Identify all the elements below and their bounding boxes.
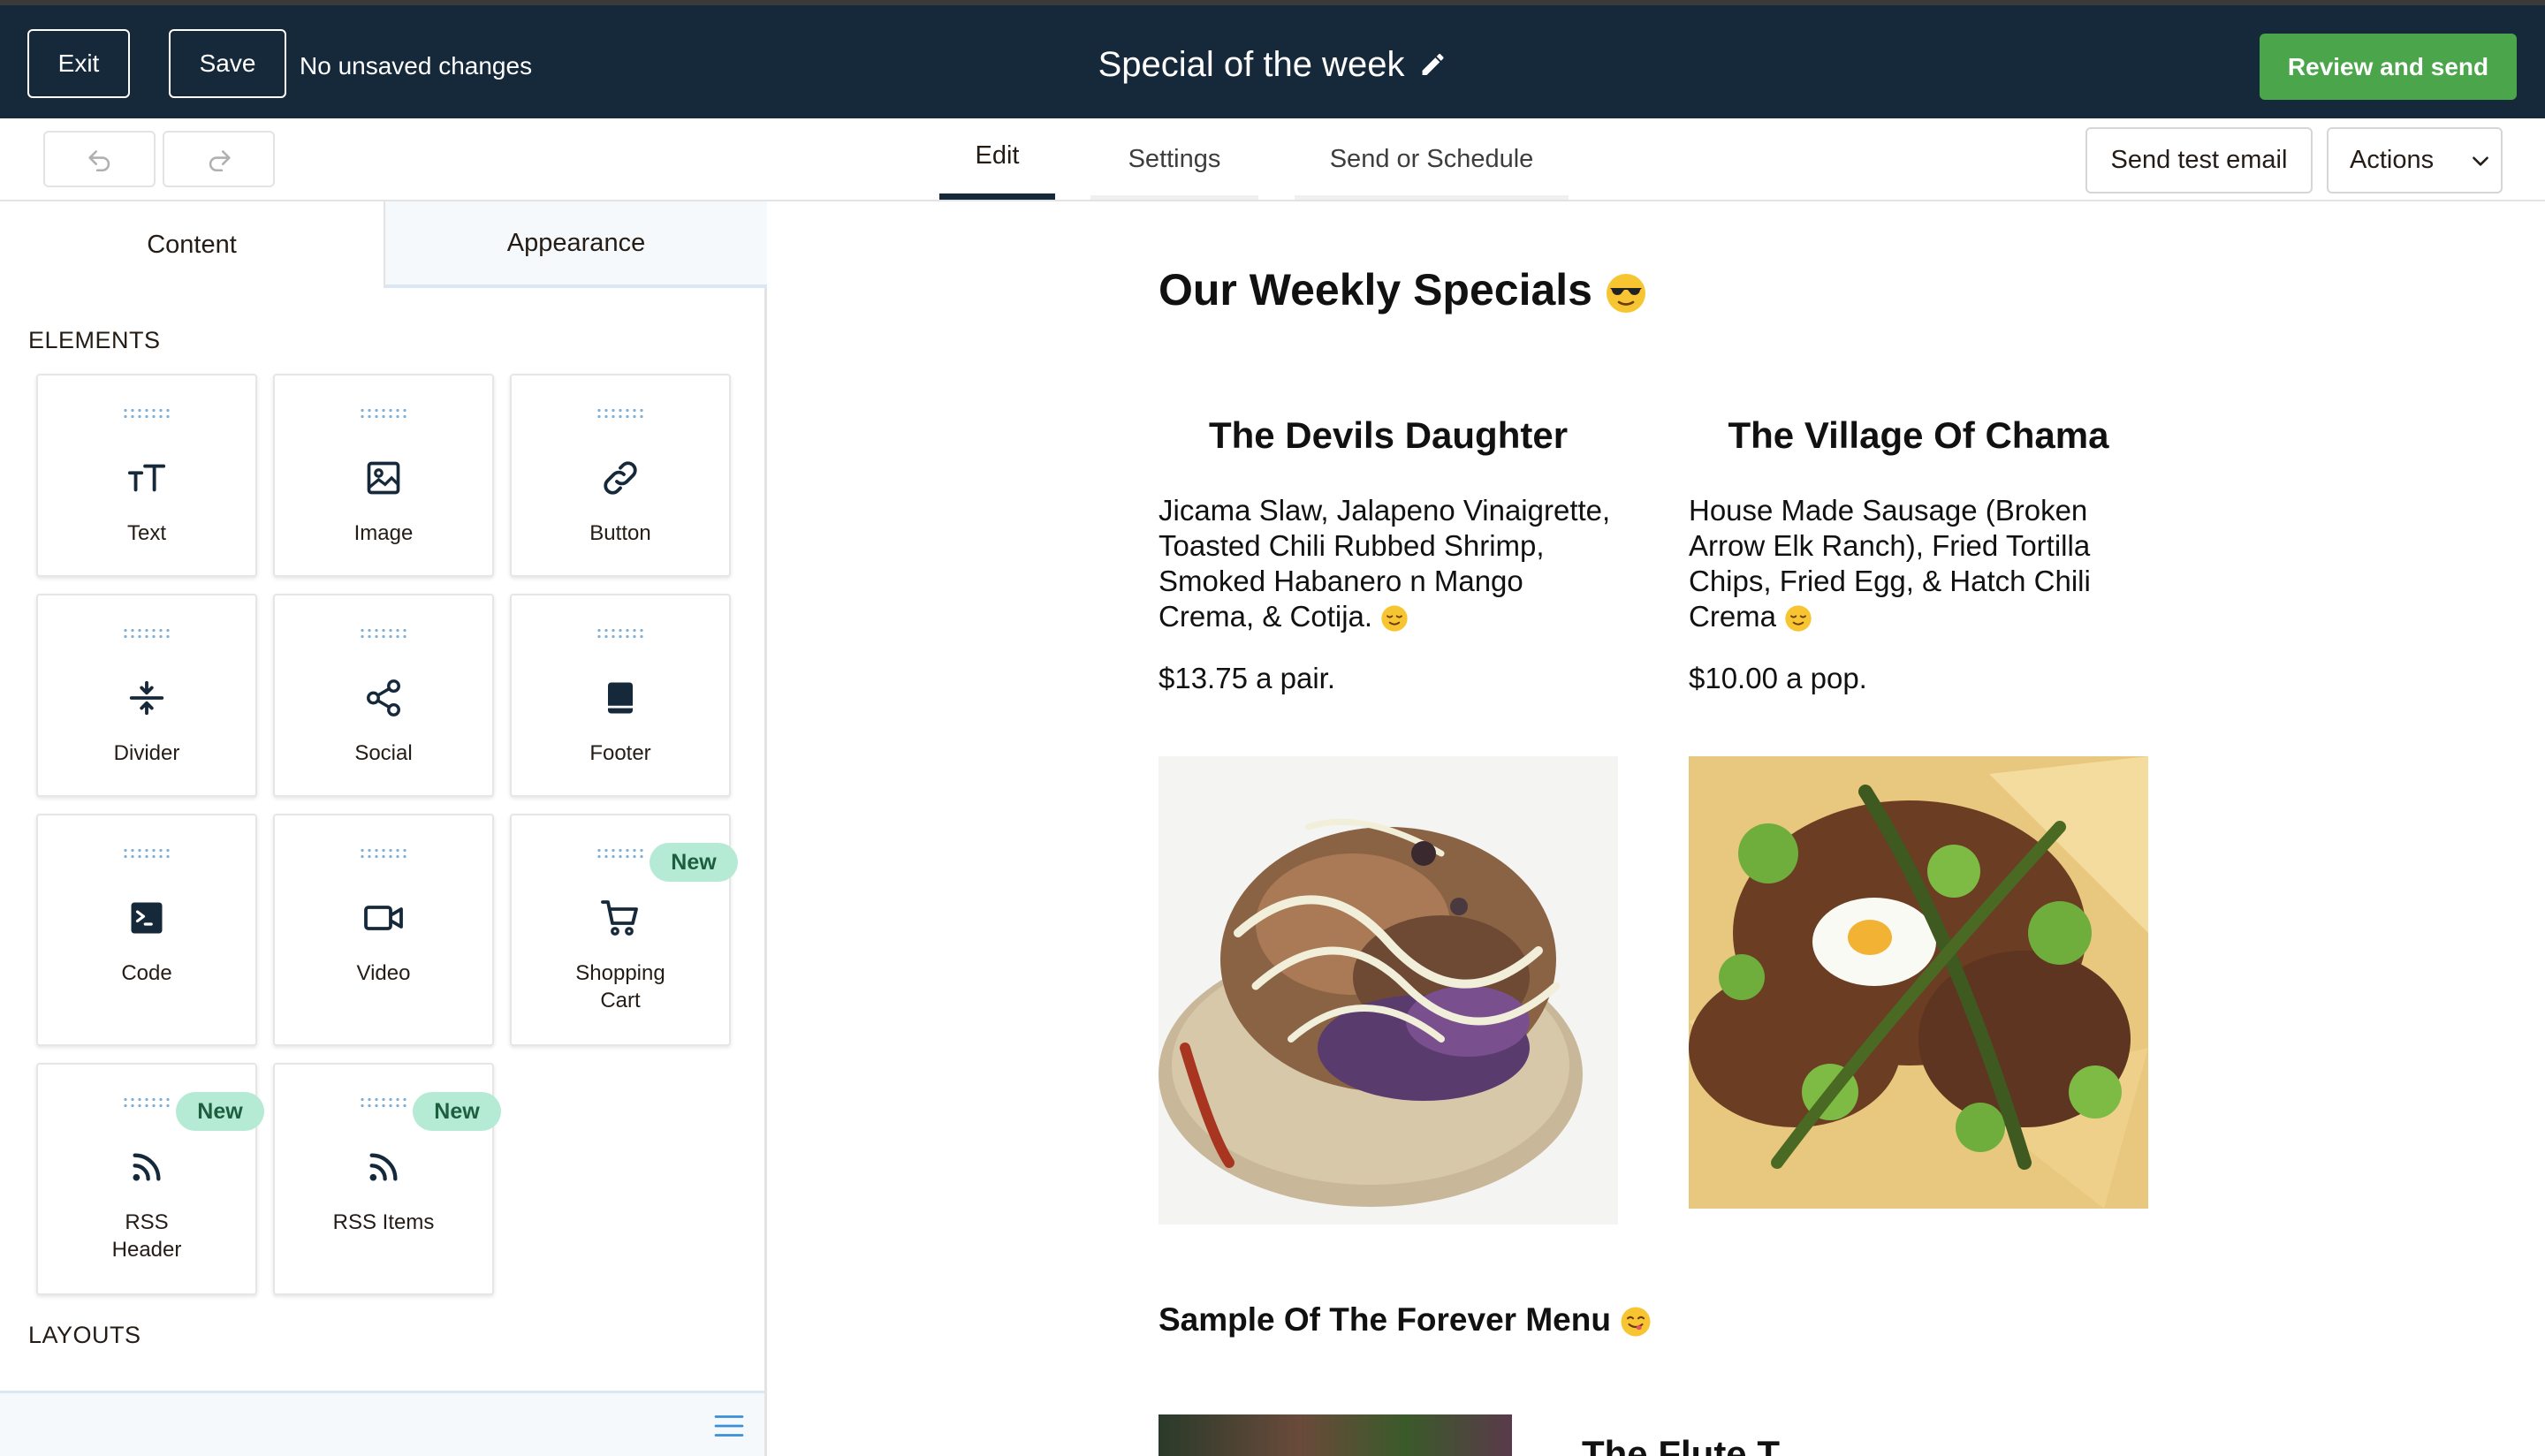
element-label: RSS Items	[332, 1210, 435, 1234]
element-label: Text	[126, 521, 166, 545]
menu-icon[interactable]	[713, 1413, 745, 1439]
element-label: Shopping Cart	[575, 961, 665, 1012]
cart-icon	[599, 897, 642, 939]
video-icon	[362, 897, 405, 939]
email-heading-text: Our Weekly Specials	[1159, 265, 1592, 315]
save-status-text: No unsaved changes	[300, 52, 533, 80]
review-and-send-button[interactable]: Review and send	[2260, 34, 2517, 100]
drag-handle-icon[interactable]	[122, 1096, 171, 1109]
menu-item-description-text: House Made Sausage (Broken Arrow Elk Ran…	[1689, 494, 2091, 633]
undo-icon	[87, 150, 110, 172]
email-canvas	[770, 201, 2545, 1456]
element-tile-divider[interactable]: Divider	[36, 594, 257, 797]
redo-button[interactable]	[163, 131, 275, 187]
drag-handle-icon[interactable]	[596, 627, 645, 640]
drag-handle-icon[interactable]	[359, 847, 408, 860]
editor-toolbar: Edit Settings Send or Schedule Send test…	[0, 118, 2545, 201]
menu-item-price[interactable]: $10.00 a pop.	[1689, 661, 1867, 696]
layouts-heading: LAYOUTS	[28, 1322, 141, 1348]
divider-icon	[125, 677, 168, 719]
element-tile-rss-header[interactable]: RSS Header New	[36, 1063, 264, 1295]
footer-icon	[599, 677, 642, 719]
taco-image[interactable]	[1159, 756, 1618, 1225]
element-tile-text[interactable]: Text	[36, 374, 257, 577]
element-tile-rss-items[interactable]: RSS Items New	[273, 1063, 501, 1295]
relieved-emoji-icon	[1785, 605, 1812, 632]
menu-item-title[interactable]: The Flute T	[1582, 1429, 1780, 1456]
drag-handle-icon[interactable]	[359, 627, 408, 640]
rss-icon	[362, 1146, 405, 1188]
tab-send-or-schedule[interactable]: Send or Schedule	[1295, 118, 1569, 200]
drag-handle-icon[interactable]	[596, 847, 645, 860]
section-subheading-text: Sample Of The Forever Menu	[1159, 1301, 1611, 1338]
new-badge: New	[650, 843, 738, 882]
element-label: Video	[356, 961, 411, 985]
drag-handle-icon[interactable]	[359, 407, 408, 420]
send-test-email-button[interactable]: Send test email	[2085, 127, 2313, 193]
drag-handle-icon[interactable]	[359, 1096, 408, 1109]
rss-icon	[125, 1146, 168, 1188]
undo-button[interactable]	[43, 131, 156, 187]
redo-icon	[209, 150, 231, 172]
menu-item-description[interactable]: Jicama Slaw, Jalapeno Vinaigrette, Toast…	[1159, 493, 1627, 634]
actions-label: Actions	[2350, 146, 2435, 174]
elements-heading: ELEMENTS	[28, 327, 161, 353]
element-tile-button[interactable]: Button	[510, 374, 731, 577]
campaign-title-text: Special of the week	[1098, 45, 1405, 84]
new-badge: New	[413, 1092, 501, 1131]
element-label: Social	[354, 741, 413, 765]
tab-settings[interactable]: Settings	[1090, 118, 1258, 200]
element-tile-social[interactable]: Social	[273, 594, 494, 797]
share-icon	[362, 677, 405, 719]
new-badge: New	[176, 1092, 264, 1131]
drag-handle-icon[interactable]	[596, 407, 645, 420]
pencil-icon[interactable]	[1418, 50, 1447, 79]
tab-appearance[interactable]: Appearance	[384, 201, 767, 288]
drag-handle-icon[interactable]	[122, 627, 171, 640]
save-button[interactable]: Save	[169, 29, 286, 98]
sunglasses-emoji-icon	[1606, 273, 1645, 313]
menu-item-title[interactable]: The Devils Daughter	[1159, 411, 1618, 460]
drag-handle-icon[interactable]	[122, 847, 171, 860]
nachos-image[interactable]	[1689, 756, 2148, 1209]
element-label: Image	[353, 521, 414, 545]
element-tile-footer[interactable]: Footer	[510, 594, 731, 797]
tab-edit[interactable]: Edit	[939, 118, 1055, 200]
drag-handle-icon[interactable]	[122, 407, 171, 420]
element-label: RSS Header	[111, 1210, 182, 1262]
menu-item-image[interactable]	[1159, 1414, 1512, 1456]
link-icon	[599, 457, 642, 499]
content-sidebar: Content Appearance ELEMENTS Text Image B…	[0, 201, 767, 1456]
element-tile-code[interactable]: Code	[36, 814, 257, 1046]
element-label: Divider	[113, 741, 180, 765]
element-tile-video[interactable]: Video	[273, 814, 494, 1046]
image-icon	[362, 457, 405, 499]
code-icon	[125, 897, 168, 939]
yum-emoji-icon	[1621, 1307, 1651, 1337]
menu-item-price[interactable]: $13.75 a pair.	[1159, 661, 1335, 696]
panel-footer	[0, 1391, 764, 1456]
campaign-title[interactable]: Special of the week	[1098, 42, 1447, 87]
section-subheading[interactable]: Sample Of The Forever Menu	[1159, 1299, 1652, 1341]
tab-content[interactable]: Content	[0, 201, 384, 288]
chevron-down-icon	[2473, 155, 2488, 166]
exit-button[interactable]: Exit	[27, 29, 130, 98]
element-tile-shopping-cart[interactable]: Shopping Cart New	[510, 814, 738, 1046]
top-header: Exit Save No unsaved changes Special of …	[0, 0, 2545, 118]
element-label: Code	[121, 961, 172, 985]
element-label: Button	[589, 521, 651, 545]
actions-dropdown[interactable]: Actions	[2327, 127, 2503, 193]
relieved-emoji-icon	[1381, 605, 1408, 632]
menu-item-title[interactable]: The Village Of Chama	[1689, 411, 2148, 460]
element-label: Footer	[589, 741, 651, 765]
element-tile-image[interactable]: Image	[273, 374, 494, 577]
menu-item-description[interactable]: House Made Sausage (Broken Arrow Elk Ran…	[1689, 493, 2157, 634]
text-icon	[125, 457, 168, 499]
email-heading[interactable]: Our Weekly Specials	[1159, 262, 1647, 318]
